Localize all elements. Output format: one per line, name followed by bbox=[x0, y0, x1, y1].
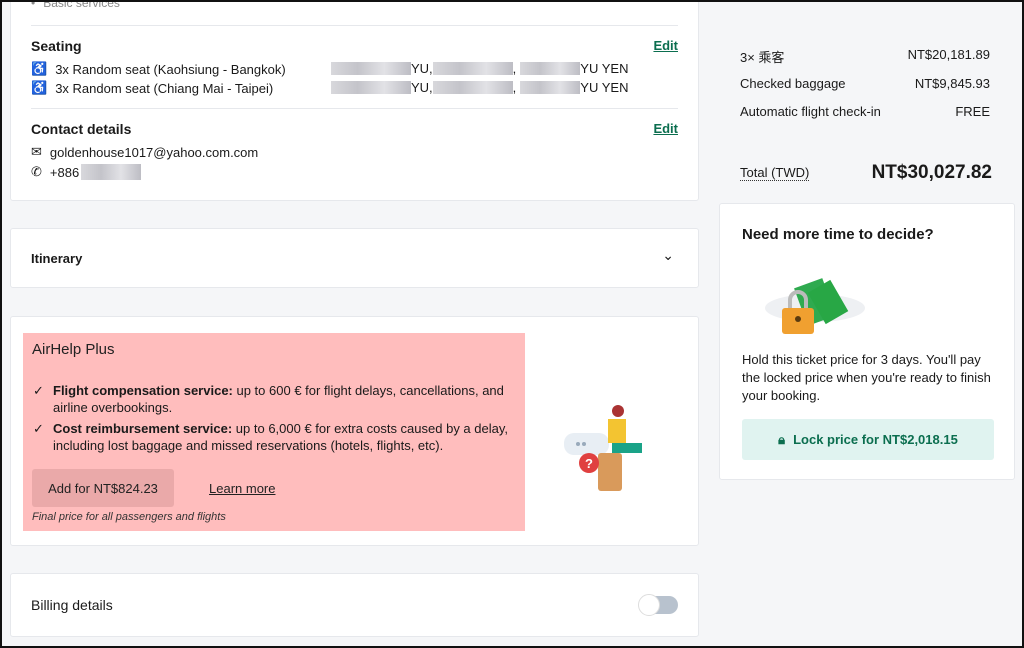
phone-value: +886 bbox=[49, 164, 80, 180]
price-value: FREE bbox=[955, 104, 990, 119]
redacted bbox=[520, 81, 581, 94]
check-icon: ✓ bbox=[33, 421, 44, 436]
price-value: NT$9,845.93 bbox=[914, 76, 990, 91]
airhelp-highlight: AirHelp Plus ✓ Flight compensation servic… bbox=[23, 333, 525, 531]
billing-toggle[interactable] bbox=[638, 594, 678, 616]
lock-price-label: Lock price for NT$2,018.15 bbox=[793, 432, 958, 447]
svg-text:?: ? bbox=[585, 456, 593, 471]
airhelp-note: Final price for all passengers and fligh… bbox=[32, 511, 226, 523]
feature-name: Flight compensation service: bbox=[53, 383, 233, 398]
toggle-knob bbox=[638, 594, 660, 616]
seat-passengers: YU,, YU YEN bbox=[331, 80, 628, 95]
itinerary-accordion[interactable]: Itinerary ⌄ bbox=[10, 228, 699, 288]
contact-edit-link[interactable]: Edit bbox=[653, 121, 678, 136]
phone-row: ✆ +886 bbox=[31, 164, 142, 180]
price-label: Checked baggage bbox=[740, 76, 846, 91]
passenger-name: , bbox=[512, 80, 517, 95]
redacted bbox=[432, 62, 513, 75]
redacted bbox=[331, 62, 411, 75]
basic-services-item: • Basic services bbox=[31, 0, 120, 10]
airhelp-title: AirHelp Plus bbox=[32, 341, 115, 358]
passenger-name: , bbox=[512, 61, 517, 76]
price-line: Automatic flight check-in FREE bbox=[740, 104, 990, 119]
seat-passengers: YU,, YU YEN bbox=[331, 61, 628, 76]
feature-item: ✓ Cost reimbursement service: up to 6,000… bbox=[33, 420, 513, 454]
lock-description: Hold this ticket price for 3 days. You'l… bbox=[742, 352, 991, 403]
checkout-page: • Basic services Seating Edit ♿ 3x Random… bbox=[0, 0, 1024, 648]
redacted bbox=[331, 81, 411, 94]
phone-icon: ✆ bbox=[31, 164, 42, 179]
price-label: 3× 乘客 bbox=[740, 50, 785, 65]
seat-icon: ♿ bbox=[31, 61, 48, 76]
learn-more-link[interactable]: Learn more bbox=[209, 481, 275, 496]
basic-services-label: Basic services bbox=[43, 0, 120, 10]
passenger-name: YU YEN bbox=[580, 80, 629, 95]
price-label: Automatic flight check-in bbox=[740, 104, 881, 119]
passenger-name: YU, bbox=[411, 80, 433, 95]
redacted bbox=[81, 164, 142, 180]
divider bbox=[31, 108, 678, 109]
check-icon: ✓ bbox=[33, 383, 44, 398]
billing-details-card: Billing details bbox=[10, 573, 699, 637]
envelope-icon: ✉ bbox=[31, 144, 42, 159]
passenger-name: YU YEN bbox=[580, 61, 629, 76]
email-row: ✉ goldenhouse1017@yahoo.com.com bbox=[31, 144, 258, 160]
feature-item: ✓ Flight compensation service: up to 600 … bbox=[33, 382, 513, 416]
price-value: NT$20,181.89 bbox=[907, 47, 990, 62]
seat-row: ♿ 3x Random seat (Kaohsiung - Bangkok) bbox=[31, 61, 286, 77]
total-label[interactable]: Total (TWD) bbox=[740, 165, 810, 181]
add-airhelp-button[interactable]: Add for NT$824.23 bbox=[32, 469, 174, 507]
redacted bbox=[432, 81, 513, 94]
redacted bbox=[520, 62, 581, 75]
billing-title: Billing details bbox=[31, 597, 113, 613]
contact-title: Contact details bbox=[31, 121, 132, 137]
seat-label: 3x Random seat (Chiang Mai - Taipei) bbox=[55, 80, 274, 96]
passenger-name: YU, bbox=[411, 61, 433, 76]
seat-label: 3x Random seat (Kaohsiung - Bangkok) bbox=[55, 61, 286, 77]
itinerary-title: Itinerary bbox=[31, 251, 83, 266]
seat-row: ♿ 3x Random seat (Chiang Mai - Taipei) bbox=[31, 80, 273, 96]
price-line: Checked baggage NT$9,845.93 bbox=[740, 76, 990, 91]
booking-details-card: • Basic services Seating Edit ♿ 3x Random… bbox=[10, 0, 699, 201]
email-value: goldenhouse1017@yahoo.com.com bbox=[49, 144, 259, 160]
traveler-illustration: ? bbox=[564, 405, 642, 491]
lock-price-button[interactable]: 🔒︎ Lock price for NT$2,018.15 bbox=[742, 419, 994, 460]
chevron-down-icon[interactable]: ⌄ bbox=[662, 247, 674, 264]
total-line: Total (TWD) NT$30,027.82 bbox=[740, 162, 992, 184]
seating-edit-link[interactable]: Edit bbox=[653, 38, 678, 53]
lock-icon: 🔒︎ bbox=[778, 431, 786, 447]
airhelp-card: AirHelp Plus ✓ Flight compensation servic… bbox=[10, 316, 699, 546]
seat-icon: ♿ bbox=[31, 80, 48, 95]
lock-price-card: Need more time to decide? Hold this tick… bbox=[719, 203, 1015, 480]
total-value: NT$30,027.82 bbox=[871, 162, 992, 183]
price-line: 3× 乘客 NT$20,181.89 bbox=[740, 47, 990, 66]
feature-name: Cost reimbursement service: bbox=[53, 421, 233, 436]
lock-title: Need more time to decide? bbox=[742, 226, 934, 243]
divider bbox=[31, 25, 678, 26]
seating-title: Seating bbox=[31, 38, 82, 54]
lock-money-illustration bbox=[765, 278, 865, 334]
